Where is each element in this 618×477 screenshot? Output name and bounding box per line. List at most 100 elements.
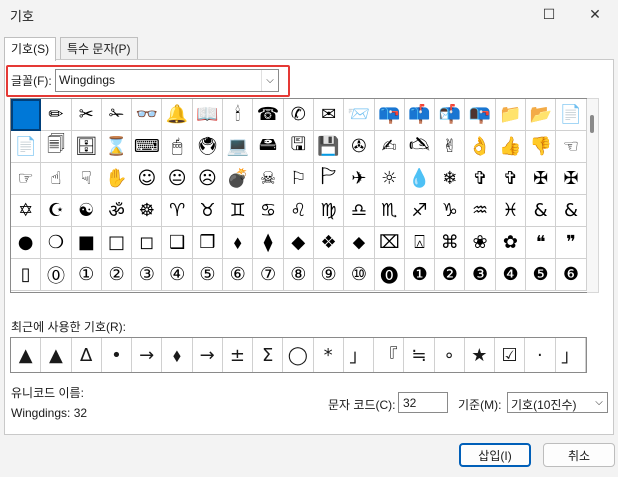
character-code-input[interactable]: 32 bbox=[398, 392, 448, 413]
symbol-cell[interactable]: 📪 bbox=[374, 99, 405, 131]
recent-symbol-cell[interactable]: ∘ bbox=[435, 338, 465, 372]
symbol-cell[interactable]: ❹ bbox=[495, 259, 527, 291]
symbol-cell[interactable]: 🕯 bbox=[223, 99, 254, 131]
symbol-cell[interactable]: ⑥ bbox=[223, 259, 254, 291]
symbol-cell[interactable]: ✂ bbox=[71, 99, 102, 131]
symbol-cell[interactable]: ♏ bbox=[374, 195, 405, 227]
symbol-cell[interactable]: ♋ bbox=[253, 195, 284, 227]
symbol-cell[interactable]: ③ bbox=[132, 259, 163, 291]
symbol-cell[interactable]: ✈ bbox=[344, 163, 375, 195]
grid-scrollbar[interactable] bbox=[587, 98, 599, 293]
symbol-cell[interactable]: ♈ bbox=[162, 195, 193, 227]
recent-symbol-cell[interactable]: 」 bbox=[556, 338, 586, 372]
symbol-cell[interactable]: ⑦ bbox=[253, 259, 284, 291]
symbol-cell[interactable]: 📂 bbox=[526, 99, 557, 131]
symbol-cell[interactable]: 👍 bbox=[495, 131, 527, 163]
insert-button[interactable]: 삽입(I) bbox=[459, 443, 531, 467]
symbol-cell[interactable]: ⑨ bbox=[313, 259, 345, 291]
symbol-cell[interactable]: ❑ bbox=[162, 227, 193, 259]
symbol-cell[interactable]: ❒ bbox=[192, 227, 224, 259]
symbol-cell[interactable]: ⓿ bbox=[374, 259, 405, 291]
symbol-cell[interactable]: ⧫ bbox=[253, 227, 284, 259]
symbol-cell[interactable]: & bbox=[556, 195, 587, 227]
symbol-cell[interactable]: ⓪ bbox=[41, 259, 72, 291]
symbol-cell[interactable]: 🖴 bbox=[253, 131, 284, 163]
symbol-cell[interactable]: ✞ bbox=[495, 163, 527, 195]
symbol-cell[interactable]: ♑ bbox=[435, 195, 466, 227]
tab-special-characters[interactable]: 특수 문자(P) bbox=[60, 37, 138, 60]
symbol-cell[interactable]: ✡ bbox=[11, 195, 42, 227]
symbol-cell[interactable]: 💣 bbox=[223, 163, 254, 195]
symbol-cell[interactable]: ● bbox=[11, 227, 42, 259]
symbol-cell[interactable]: ☝ bbox=[41, 163, 72, 195]
symbol-cell[interactable]: ☼ bbox=[374, 163, 405, 195]
symbol-grid[interactable]: ✏ ✂ ✁ 👓 🔔 📖 🕯 ☎ ✆ ✉ 📨 📪 📫 📬 📭 📁 📂 📄 📄 🗐 🗄 ⌛ ⌨ 🖱 🖲 💻 🖴 🖫 💾 ✇ ✍ 🖎 ✌ 👌 👍 👎 ☜ ☞ ☝ ☟… bbox=[10, 98, 588, 293]
symbol-cell[interactable]: 📄 bbox=[556, 99, 587, 131]
symbol-cell[interactable]: ✇ bbox=[344, 131, 375, 163]
recent-symbol-cell[interactable]: ∆ bbox=[72, 338, 102, 372]
symbol-cell[interactable]: ♊ bbox=[223, 195, 254, 227]
symbol-cell[interactable]: ☺ bbox=[132, 163, 163, 195]
tab-symbols[interactable]: 기호(S) bbox=[4, 37, 57, 61]
symbol-cell[interactable]: ④ bbox=[162, 259, 193, 291]
symbol-cell[interactable]: ☞ bbox=[11, 163, 42, 195]
recent-symbol-cell[interactable]: Σ bbox=[253, 338, 284, 372]
symbol-cell[interactable]: ☠ bbox=[253, 163, 284, 195]
recent-symbol-cell[interactable]: ▲ bbox=[41, 338, 72, 372]
symbol-cell[interactable]: ♎ bbox=[344, 195, 375, 227]
symbol-cell[interactable]: ☎ bbox=[253, 99, 284, 131]
symbol-cell[interactable]: 💾 bbox=[313, 131, 345, 163]
recent-symbol-cell[interactable]: · bbox=[525, 338, 556, 372]
symbol-cell[interactable]: ⍓ bbox=[404, 227, 436, 259]
recent-symbol-cell[interactable]: ≒ bbox=[404, 338, 435, 372]
recent-symbol-cell[interactable]: ⬧ bbox=[162, 338, 193, 372]
base-dropdown[interactable]: 기호(10진수) ⌵ bbox=[507, 392, 608, 413]
symbol-cell[interactable]: ⚐ bbox=[283, 163, 314, 195]
symbol-cell[interactable]: 🖱 bbox=[162, 131, 193, 163]
symbol-cell[interactable]: ⌘ bbox=[435, 227, 466, 259]
symbol-cell[interactable]: ☹ bbox=[192, 163, 224, 195]
symbol-cell[interactable]: ✉ bbox=[313, 99, 345, 131]
symbol-cell[interactable]: ❝ bbox=[526, 227, 557, 259]
symbol-cell[interactable]: ❻ bbox=[556, 259, 587, 291]
symbol-cell[interactable]: ☜ bbox=[556, 131, 587, 163]
symbol-cell[interactable]: ✋ bbox=[101, 163, 133, 195]
symbol-cell[interactable]: 📫 bbox=[404, 99, 436, 131]
symbol-cell[interactable]: ✆ bbox=[283, 99, 314, 131]
recent-symbol-cell[interactable]: * bbox=[314, 338, 344, 372]
symbol-cell[interactable]: ❞ bbox=[556, 227, 587, 259]
symbol-cell[interactable]: 🖫 bbox=[283, 131, 314, 163]
symbol-cell[interactable]: ❖ bbox=[313, 227, 345, 259]
symbol-cell[interactable]: 📖 bbox=[192, 99, 224, 131]
symbol-cell[interactable]: ☸ bbox=[132, 195, 163, 227]
symbol-cell[interactable]: ⑧ bbox=[283, 259, 314, 291]
symbol-cell[interactable]: ✠ bbox=[556, 163, 587, 195]
symbol-cell[interactable]: ⬥ bbox=[344, 227, 375, 259]
recent-symbol-cell[interactable]: 『 bbox=[374, 338, 405, 372]
symbol-cell[interactable]: 🗄 bbox=[71, 131, 102, 163]
recent-symbol-cell[interactable]: 」 bbox=[344, 338, 374, 372]
symbol-cell-selected[interactable] bbox=[11, 99, 42, 131]
symbol-cell[interactable]: 😐 bbox=[162, 163, 193, 195]
symbol-cell[interactable]: ☟ bbox=[71, 163, 102, 195]
symbol-cell[interactable]: ① bbox=[71, 259, 102, 291]
symbol-cell[interactable]: 👓 bbox=[132, 99, 163, 131]
symbol-cell[interactable]: ♓ bbox=[495, 195, 527, 227]
symbol-cell[interactable]: ⌨ bbox=[132, 131, 163, 163]
symbol-cell[interactable]: ✌ bbox=[435, 131, 466, 163]
recent-symbol-cell[interactable]: • bbox=[102, 338, 132, 372]
recent-symbol-cell[interactable]: → bbox=[193, 338, 223, 372]
symbol-cell[interactable]: ❶ bbox=[404, 259, 436, 291]
symbol-cell[interactable]: ⌧ bbox=[374, 227, 405, 259]
symbol-cell[interactable]: ☪ bbox=[41, 195, 72, 227]
symbol-cell[interactable]: ⬧ bbox=[223, 227, 254, 259]
symbol-cell[interactable]: ✠ bbox=[526, 163, 557, 195]
symbol-cell[interactable]: □ bbox=[101, 227, 133, 259]
symbol-cell[interactable]: ✁ bbox=[101, 99, 133, 131]
symbol-cell[interactable]: 📨 bbox=[344, 99, 375, 131]
symbol-cell[interactable]: ♍ bbox=[313, 195, 345, 227]
symbol-cell[interactable]: ♒ bbox=[465, 195, 496, 227]
symbol-cell[interactable]: ✍ bbox=[374, 131, 405, 163]
recent-symbol-cell[interactable]: ☑ bbox=[495, 338, 526, 372]
cancel-button[interactable]: 취소 bbox=[543, 443, 615, 467]
